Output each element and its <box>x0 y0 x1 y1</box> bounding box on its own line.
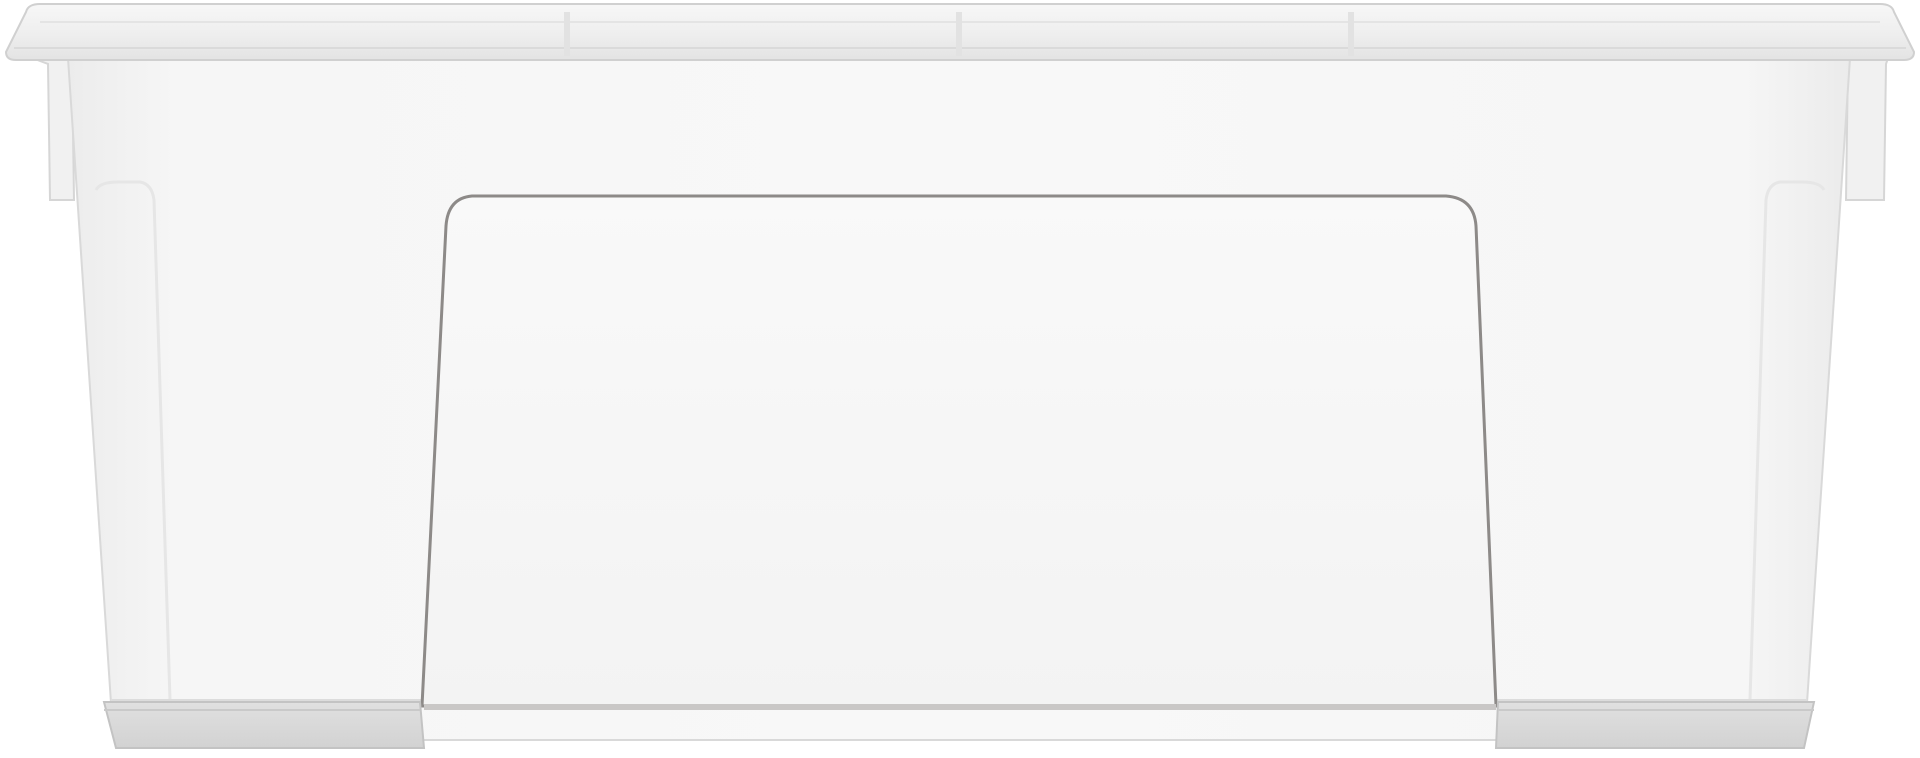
side-handle-right <box>1844 57 1890 201</box>
lid <box>4 3 1916 61</box>
storage-box-illustration <box>4 3 1916 749</box>
foot-left <box>102 701 426 749</box>
side-handle-left <box>31 57 76 201</box>
foot-right <box>1494 701 1816 749</box>
window-base-shadow <box>424 704 1496 710</box>
product-photo <box>0 0 1920 758</box>
lid-rib <box>956 12 962 56</box>
lid-rib <box>1348 12 1354 56</box>
lid-rib <box>564 12 570 56</box>
front-window <box>420 194 1498 708</box>
